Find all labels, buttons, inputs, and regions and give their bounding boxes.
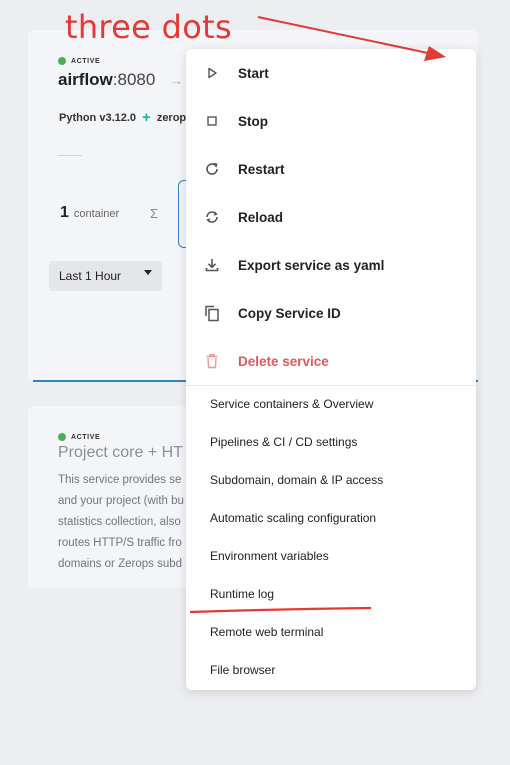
- core-description: This service provides se and your projec…: [58, 474, 184, 570]
- divider: [58, 155, 82, 156]
- menu-link-runtime-log[interactable]: Runtime log: [210, 584, 274, 604]
- menu-item-delete[interactable]: Delete service: [186, 337, 476, 385]
- core-title: Project core + HT: [58, 444, 183, 461]
- trash-icon: [203, 352, 221, 370]
- menu-link-file-browser[interactable]: File browser: [210, 660, 275, 680]
- service-status-badge: ACTIVE: [58, 57, 100, 65]
- plus-icon: +: [142, 109, 151, 126]
- restart-icon: [203, 160, 221, 178]
- play-icon: [203, 64, 221, 82]
- menu-link-pipelines[interactable]: Pipelines & CI / CD settings: [210, 432, 357, 452]
- stop-icon: [203, 112, 221, 130]
- core-status-badge: ACTIVE: [58, 433, 100, 441]
- status-dot: [58, 57, 66, 65]
- menu-item-export-yaml[interactable]: Export service as yaml: [186, 241, 476, 289]
- menu-link-env-variables[interactable]: Environment variables: [210, 546, 329, 566]
- menu-item-reload[interactable]: Reload: [186, 193, 476, 241]
- menu-item-stop[interactable]: Stop: [186, 97, 476, 145]
- menu-divider: [186, 385, 476, 386]
- caret-down-icon: [144, 270, 152, 275]
- menu-item-restart[interactable]: Restart: [186, 145, 476, 193]
- copy-icon: [203, 304, 221, 322]
- sigma-icon: Σ: [150, 206, 159, 221]
- menu-link-domain-access[interactable]: Subdomain, domain & IP access: [210, 470, 383, 490]
- menu-item-start[interactable]: Start: [186, 49, 476, 97]
- download-icon: [203, 256, 221, 274]
- menu-item-copy-id[interactable]: Copy Service ID: [186, 289, 476, 337]
- arrow-right-icon: →: [170, 73, 183, 88]
- service-name[interactable]: airflow:8080: [58, 70, 155, 90]
- service-runtime: Python v3.12.0 + zerops: [59, 109, 193, 126]
- menu-link-web-terminal[interactable]: Remote web terminal: [210, 622, 323, 642]
- menu-link-autoscaling[interactable]: Automatic scaling configuration: [210, 508, 376, 528]
- status-dot: [58, 433, 66, 441]
- time-range-select[interactable]: Last 1 Hour: [49, 261, 162, 291]
- container-count: 1 container: [60, 204, 120, 221]
- reload-icon: [203, 208, 221, 226]
- annotation-label: three dots: [65, 8, 232, 46]
- service-context-menu: Start Stop Restart Reload Export service…: [186, 49, 476, 690]
- menu-link-containers-overview[interactable]: Service containers & Overview: [210, 394, 373, 414]
